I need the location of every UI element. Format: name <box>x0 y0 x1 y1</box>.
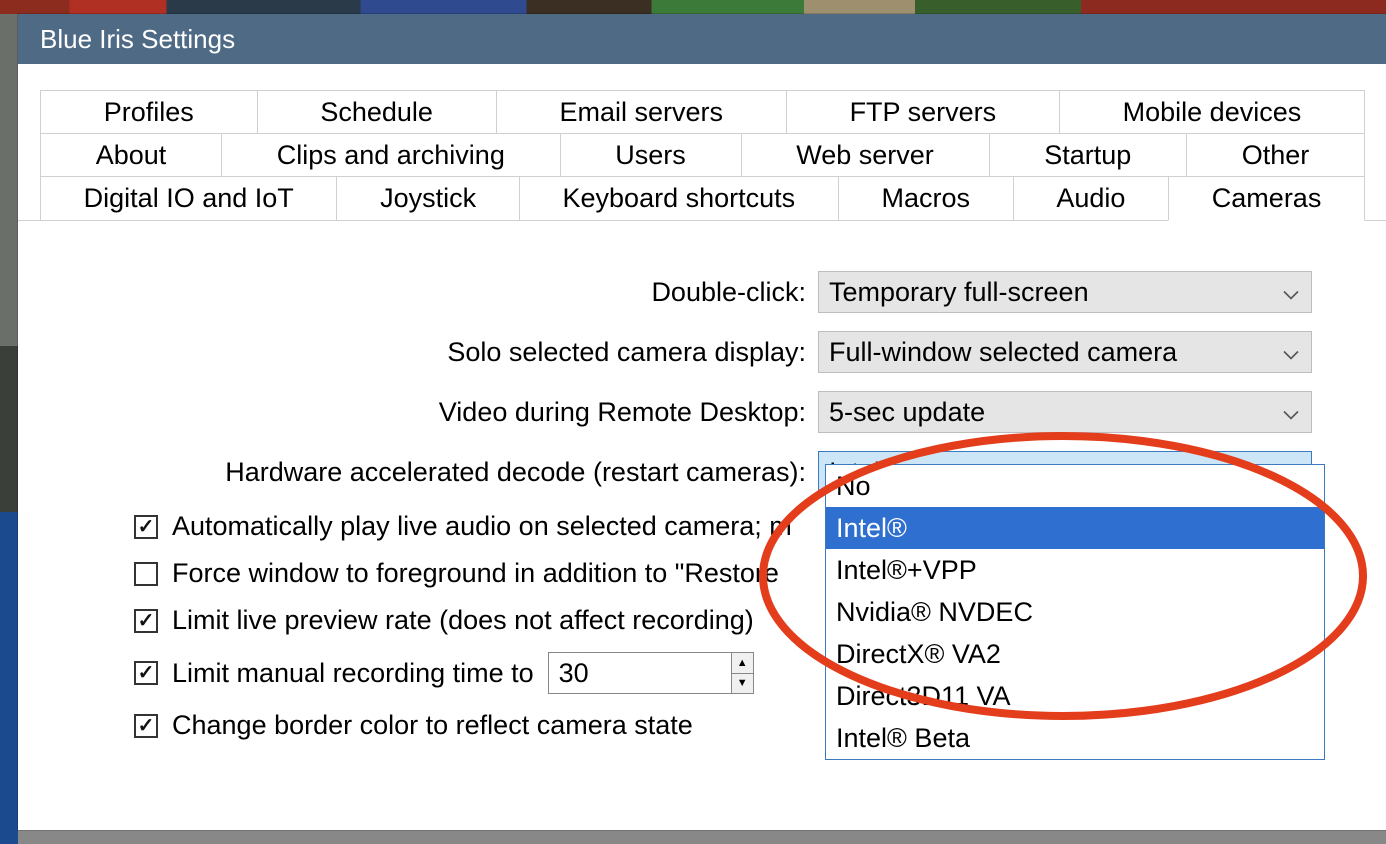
combo-remote-desktop[interactable]: 5-sec update <box>818 391 1312 433</box>
tab-web-server[interactable]: Web server <box>741 133 990 177</box>
tab-other[interactable]: Other <box>1186 133 1365 177</box>
checkbox-auto-audio[interactable] <box>134 515 158 539</box>
background-strip <box>0 0 1386 14</box>
label-remote-desktop: Video during Remote Desktop: <box>58 397 818 428</box>
combo-solo-display[interactable]: Full-window selected camera <box>818 331 1312 373</box>
combo-remote-desktop-value: 5-sec update <box>829 397 985 428</box>
tab-cameras[interactable]: Cameras <box>1168 176 1365 221</box>
combo-double-click[interactable]: Temporary full-screen <box>818 271 1312 313</box>
combo-hw-decode-dropdown[interactable]: No Intel® Intel®+VPP Nvidia® NVDEC Direc… <box>825 464 1325 760</box>
hw-decode-option-nvdec[interactable]: Nvidia® NVDEC <box>826 591 1324 633</box>
checkbox-limit-record[interactable] <box>134 661 158 685</box>
tab-email-servers[interactable]: Email servers <box>496 90 787 134</box>
tab-about[interactable]: About <box>40 133 222 177</box>
label-solo-display: Solo selected camera display: <box>58 337 818 368</box>
label-hw-decode: Hardware accelerated decode (restart cam… <box>58 457 818 488</box>
left-edge-strip <box>0 14 18 844</box>
combo-solo-display-value: Full-window selected camera <box>829 337 1177 368</box>
combo-double-click-value: Temporary full-screen <box>829 277 1089 308</box>
cameras-panel: Double-click: Temporary full-screen Solo… <box>18 220 1386 777</box>
tab-schedule[interactable]: Schedule <box>257 90 497 134</box>
row-solo-display: Solo selected camera display: Full-windo… <box>58 331 1346 373</box>
hw-decode-option-intel[interactable]: Intel® <box>826 507 1324 549</box>
spinner-buttons: ▲ ▼ <box>731 653 753 693</box>
tab-row-1: Profiles Schedule Email servers FTP serv… <box>18 90 1386 133</box>
spinner-down-icon[interactable]: ▼ <box>732 674 753 694</box>
tab-joystick[interactable]: Joystick <box>336 176 519 221</box>
row-remote-desktop: Video during Remote Desktop: 5-sec updat… <box>58 391 1346 433</box>
label-change-border: Change border color to reflect camera st… <box>172 710 693 741</box>
tab-clips-archiving[interactable]: Clips and archiving <box>221 133 561 177</box>
tab-keyboard-shortcuts[interactable]: Keyboard shortcuts <box>519 176 839 221</box>
tab-digital-io[interactable]: Digital IO and IoT <box>40 176 337 221</box>
label-auto-audio: Automatically play live audio on selecte… <box>172 511 792 542</box>
titlebar: Blue Iris Settings <box>18 14 1386 64</box>
spinner-up-icon[interactable]: ▲ <box>732 653 753 674</box>
row-double-click: Double-click: Temporary full-screen <box>58 271 1346 313</box>
tab-startup[interactable]: Startup <box>989 133 1188 177</box>
chevron-down-icon <box>1283 397 1299 428</box>
checkbox-limit-preview[interactable] <box>134 609 158 633</box>
tab-row-3: Digital IO and IoT Joystick Keyboard sho… <box>18 176 1386 220</box>
chevron-down-icon <box>1283 337 1299 368</box>
spinner-record-time-value: 30 <box>549 658 731 689</box>
label-limit-record: Limit manual recording time to <box>172 658 534 689</box>
tab-row-2: About Clips and archiving Users Web serv… <box>18 133 1386 176</box>
chevron-down-icon <box>1283 277 1299 308</box>
tab-profiles[interactable]: Profiles <box>40 90 258 134</box>
settings-dialog: Blue Iris Settings Profiles Schedule Ema… <box>18 14 1386 830</box>
tab-audio[interactable]: Audio <box>1013 176 1169 221</box>
label-double-click: Double-click: <box>58 277 818 308</box>
checkbox-force-fg[interactable] <box>134 562 158 586</box>
spinner-record-time[interactable]: 30 ▲ ▼ <box>548 652 754 694</box>
label-force-fg: Force window to foreground in addition t… <box>172 558 779 589</box>
tab-mobile-devices[interactable]: Mobile devices <box>1059 90 1365 134</box>
title-text: Blue Iris Settings <box>40 24 235 55</box>
checkbox-change-border[interactable] <box>134 714 158 738</box>
hw-decode-option-intel-vpp[interactable]: Intel®+VPP <box>826 549 1324 591</box>
hw-decode-option-dxva2[interactable]: DirectX® VA2 <box>826 633 1324 675</box>
label-limit-preview: Limit live preview rate (does not affect… <box>172 605 754 636</box>
tab-users[interactable]: Users <box>560 133 742 177</box>
tab-macros[interactable]: Macros <box>838 176 1014 221</box>
hw-decode-option-no[interactable]: No <box>826 465 1324 507</box>
hw-decode-option-intel-beta[interactable]: Intel® Beta <box>826 717 1324 759</box>
hw-decode-option-d3d11[interactable]: Direct3D11 VA <box>826 675 1324 717</box>
tab-ftp-servers[interactable]: FTP servers <box>786 90 1060 134</box>
tab-area: Profiles Schedule Email servers FTP serv… <box>18 64 1386 777</box>
